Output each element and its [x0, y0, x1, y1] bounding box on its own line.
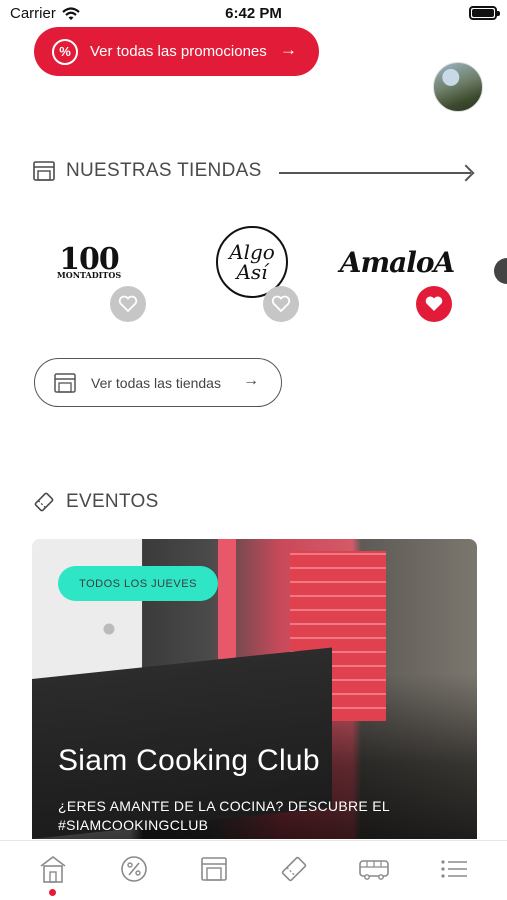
store-logo-subtext: MONTADITOS [56, 270, 122, 280]
events-section-title: EVENTOS [66, 491, 159, 512]
tab-stores[interactable] [194, 851, 234, 887]
store-icon [54, 372, 76, 393]
active-tab-indicator [49, 889, 56, 896]
event-photo-pillar [218, 539, 236, 659]
stores-icon [201, 857, 227, 881]
see-all-stores-label: Ver todas las tiendas [91, 374, 221, 391]
tab-promotions[interactable] [114, 851, 154, 887]
event-description-line-2: #SIAMCOOKINGCLUB [58, 817, 209, 833]
ticket-icon [34, 492, 54, 512]
event-title: Siam Cooking Club [58, 744, 320, 777]
stores-section-header: NUESTRAS TIENDAS [32, 159, 262, 183]
store-logo-text-2: Así [236, 260, 268, 284]
status-bar: Carrier 6:42 PM [0, 0, 507, 28]
see-all-promotions-button[interactable]: % Ver todas las promociones → [34, 27, 319, 76]
stores-scroll-arrow[interactable] [279, 172, 471, 174]
favorite-heart-filled-icon[interactable] [416, 286, 452, 322]
avatar[interactable] [433, 62, 483, 112]
store-card-100-montaditos[interactable]: 100 MONTADITOS [34, 222, 154, 322]
store-logo-text: Algo [229, 240, 275, 264]
percent-icon: % [52, 38, 78, 65]
tab-menu[interactable] [434, 851, 474, 887]
tab-transport[interactable] [354, 851, 394, 887]
battery-icon [469, 6, 500, 20]
tab-home[interactable] [33, 851, 73, 887]
transport-icon [359, 860, 389, 880]
store-card-amaloa[interactable]: AmaloA [339, 222, 462, 322]
tab-bar [0, 840, 507, 900]
store-icon [33, 161, 55, 181]
events-section-header: EVENTOS [32, 490, 159, 514]
next-store-peek[interactable] [494, 258, 507, 284]
status-time: 6:42 PM [225, 5, 282, 22]
arrow-right-icon: → [280, 40, 297, 59]
event-photo-background [32, 539, 142, 689]
promotions-icon [121, 856, 147, 882]
arrow-right-icon: → [243, 372, 259, 389]
home-icon [40, 856, 66, 883]
see-all-stores-button[interactable]: Ver todas las tiendas → [34, 358, 282, 407]
tab-events[interactable] [274, 851, 314, 887]
menu-icon [441, 860, 467, 878]
store-card-algo-asi[interactable]: Algo Así [197, 222, 317, 322]
events-icon [281, 856, 307, 882]
event-badge: TODOS LOS JUEVES [58, 566, 218, 601]
event-card[interactable]: TODOS LOS JUEVES Siam Cooking Club ¿ERES… [32, 539, 477, 839]
favorite-heart-icon[interactable] [263, 286, 299, 322]
event-description-line-1: ¿ERES AMANTE DE LA COCINA? DESCUBRE EL [58, 798, 390, 814]
stores-section-title: NUESTRAS TIENDAS [66, 160, 262, 181]
event-description: ¿ERES AMANTE DE LA COCINA? DESCUBRE EL #… [58, 797, 438, 835]
promotions-button-label: Ver todas las promociones [90, 43, 267, 60]
store-logo-text: AmaloA [339, 245, 456, 279]
favorite-heart-icon[interactable] [110, 286, 146, 322]
